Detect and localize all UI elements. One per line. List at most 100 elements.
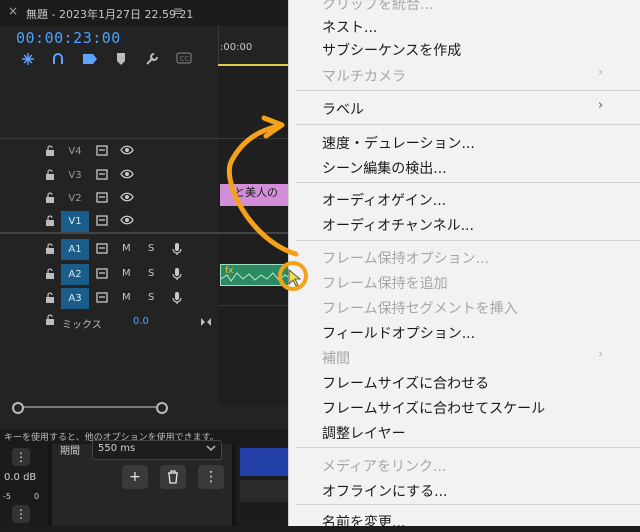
mix-value[interactable]: 0.0 — [133, 316, 149, 327]
marker-icon[interactable] — [113, 52, 129, 66]
sync-lock-icon[interactable] — [96, 145, 108, 159]
menu-item[interactable]: ネスト... — [322, 17, 377, 37]
solo-button[interactable]: S — [148, 292, 154, 303]
lock-icon[interactable] — [45, 169, 55, 184]
menu-item: フレーム保持オプション... — [322, 251, 489, 267]
menu-item[interactable]: ラベル — [322, 99, 364, 119]
eye-icon[interactable] — [120, 145, 134, 158]
track-header-v2: V2 — [0, 187, 218, 210]
more-options-icon[interactable]: ⋮ — [198, 465, 224, 489]
track-target-v2[interactable]: V2 — [61, 188, 89, 209]
ruler-label: :00:00 — [220, 42, 253, 53]
mute-button[interactable]: M — [122, 268, 131, 279]
cc-icon[interactable]: CC — [176, 52, 192, 66]
svg-text:CC: CC — [180, 55, 190, 63]
lock-icon[interactable] — [45, 215, 55, 230]
track-header-a1: A1 M S — [0, 238, 218, 261]
menu-item[interactable]: オーディオチャンネル... — [322, 215, 474, 235]
eye-icon[interactable] — [120, 192, 134, 205]
fx-badge: fx — [225, 266, 234, 276]
scroll-handle-right[interactable] — [156, 402, 168, 414]
wrench-icon[interactable] — [144, 52, 160, 66]
mix-label: ミックス — [62, 320, 102, 331]
sync-lock-icon[interactable] — [96, 268, 108, 282]
clip-label: と美人の — [234, 186, 278, 199]
duration-label: 期間 — [60, 446, 80, 457]
menu-item: クリップを統合... — [322, 0, 434, 13]
menu-item[interactable]: オフラインにする... — [322, 481, 448, 501]
menu-item[interactable]: オーディオゲイン... — [322, 190, 446, 210]
sync-lock-icon[interactable] — [96, 192, 108, 206]
menu-item[interactable]: 調整レイヤー — [322, 423, 406, 443]
db-value: 0.0 dB — [4, 472, 37, 483]
menu-separator — [296, 182, 640, 183]
menu-item: フレーム保持を追加 — [322, 276, 448, 292]
track-target-v1[interactable]: V1 — [61, 211, 89, 232]
track-header-a3: A3 M S — [0, 287, 218, 310]
menu-item[interactable]: シーン編集の検出... — [322, 158, 447, 178]
scroll-handle-left[interactable] — [12, 402, 24, 414]
menu-item[interactable]: フィールドオプション... — [322, 323, 475, 343]
snap-icon[interactable] — [20, 52, 36, 66]
track-target-a3[interactable]: A3 — [61, 288, 89, 309]
menu-separator — [296, 90, 640, 91]
duration-value: 550 ms — [98, 443, 136, 454]
sync-lock-icon[interactable] — [96, 243, 108, 257]
eye-icon[interactable] — [120, 169, 134, 182]
lock-icon[interactable] — [45, 192, 55, 207]
menu-item: メディアをリンク... — [322, 459, 447, 475]
track-header-v3: V3 — [0, 164, 218, 187]
microphone-icon[interactable] — [172, 267, 182, 284]
close-tab-icon[interactable]: × — [8, 4, 18, 18]
horizontal-scrollbar[interactable] — [20, 406, 165, 408]
track-target-a1[interactable]: A1 — [61, 239, 89, 260]
menu-separator — [296, 124, 640, 125]
microphone-icon[interactable] — [172, 242, 182, 259]
marker-add-icon[interactable] — [82, 52, 98, 66]
mute-button[interactable]: M — [122, 243, 131, 254]
eye-icon[interactable] — [120, 215, 134, 228]
menu-item: 補間 — [322, 351, 350, 367]
mute-button[interactable]: M — [122, 292, 131, 303]
scale-left: -5 — [3, 492, 11, 501]
chevron-down-icon[interactable] — [206, 444, 216, 455]
lock-icon[interactable] — [45, 243, 55, 258]
menu-item: マルチカメラ — [322, 69, 406, 85]
lock-icon[interactable] — [45, 145, 55, 160]
menu-item[interactable]: 速度・デュレーション... — [322, 133, 475, 153]
menu-item[interactable]: 名前を変更... — [322, 512, 405, 532]
playhead-timecode[interactable]: 00:00:23:00 — [16, 29, 121, 47]
menu-item[interactable]: サブシーケンスを作成 — [322, 40, 461, 60]
microphone-icon[interactable] — [172, 291, 182, 308]
track-header-a2: A2 M S — [0, 263, 218, 286]
lock-icon[interactable] — [45, 268, 55, 283]
link-icon[interactable] — [50, 52, 66, 66]
menu-item: フレーム保持セグメントを挿入 — [322, 301, 518, 317]
panel-menu-icon[interactable]: ≡ — [173, 4, 183, 18]
track-target-v4[interactable]: V4 — [61, 141, 89, 162]
scale-right: 0 — [34, 492, 40, 501]
track-target-a2[interactable]: A2 — [61, 264, 89, 285]
more-options-icon[interactable]: ⋮ — [12, 505, 30, 523]
trash-icon[interactable] — [160, 465, 186, 489]
sequence-tab-title[interactable]: 無題 - 2023年1月27日 22.59.21 — [26, 6, 193, 22]
sync-lock-icon[interactable] — [96, 215, 108, 229]
menu-item[interactable]: フレームサイズに合わせる — [322, 373, 489, 393]
menu-separator — [296, 504, 640, 505]
submenu-arrow-icon: › — [598, 98, 604, 113]
go-to-end-icon[interactable] — [200, 312, 212, 331]
sync-lock-icon[interactable] — [96, 292, 108, 306]
lock-icon[interactable] — [45, 314, 55, 329]
menu-item[interactable]: フレームサイズに合わせてスケール — [322, 398, 545, 418]
track-header-v1: V1 — [0, 210, 218, 233]
track-target-v3[interactable]: V3 — [61, 165, 89, 186]
solo-button[interactable]: S — [148, 268, 154, 279]
add-button[interactable]: + — [122, 465, 148, 489]
lock-icon[interactable] — [45, 292, 55, 307]
track-headers — [0, 66, 218, 406]
more-options-icon[interactable]: ⋮ — [12, 448, 30, 466]
sync-lock-icon[interactable] — [96, 169, 108, 183]
solo-button[interactable]: S — [148, 243, 154, 254]
menu-separator — [296, 447, 640, 448]
menu-separator — [296, 240, 640, 241]
